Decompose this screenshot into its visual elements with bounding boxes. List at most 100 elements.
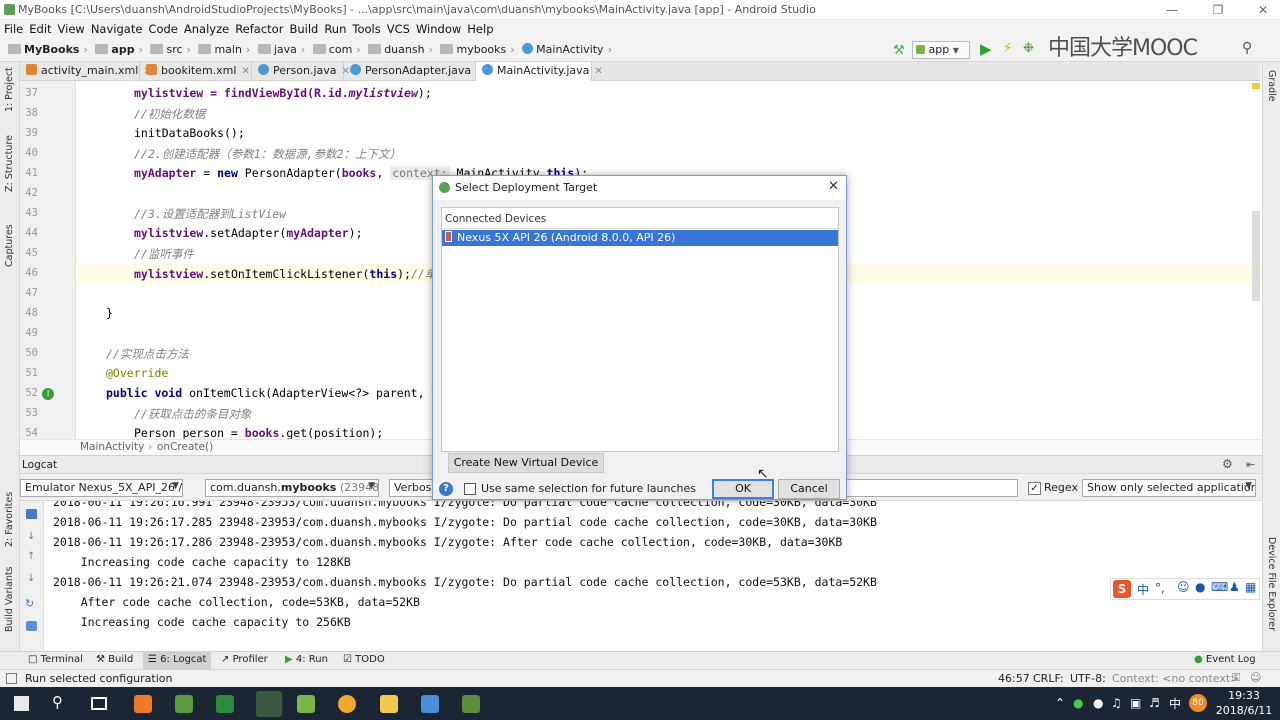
device-row-nexus-5x[interactable]: Nexus 5X API 26 (Android 8.0.0, API 26) (442, 230, 838, 246)
ime-toolbar[interactable]: S 中 °, ☺ ● ⌨ ♟ ▦ (1110, 578, 1260, 600)
ime-mode[interactable]: 中 (1137, 581, 1149, 598)
crumb-src[interactable]: src (166, 43, 182, 56)
tab-person-java[interactable]: Person.java ✕ (252, 62, 350, 81)
regex-checkbox[interactable]: ✓ (1028, 482, 1041, 495)
media-app-icon[interactable] (462, 695, 480, 713)
menu-code[interactable]: Code (148, 20, 183, 38)
close-tab-icon[interactable]: ✕ (594, 66, 602, 77)
excel-icon[interactable] (216, 695, 234, 713)
tool-logcat[interactable]: ☰ 6: Logcat (143, 652, 212, 669)
crumb-project[interactable]: MyBooks (24, 43, 79, 56)
camtasia-icon[interactable] (175, 695, 193, 713)
clock-date[interactable]: 2018/6/11 (1214, 704, 1274, 717)
warning-marker[interactable] (1252, 83, 1260, 89)
run-config-select[interactable]: app ▼ (912, 41, 970, 59)
create-virtual-device-button[interactable]: Create New Virtual Device (448, 453, 604, 473)
speaker-icon[interactable]: ♬ (1149, 696, 1160, 710)
editor-breadcrumb-method[interactable]: onCreate() (157, 441, 213, 453)
tool-build-variants[interactable]: Build Variants (4, 566, 15, 632)
file-explorer-icon[interactable] (380, 695, 398, 713)
device-select[interactable]: Emulator Nexus_5X_API_26 /▼ (20, 479, 183, 497)
process-select[interactable]: com.duansh.mybooks (23948)▼ (205, 479, 379, 497)
tool-favorites[interactable]: 2: Favorites (4, 492, 15, 547)
log-level-select[interactable]: Verbose (389, 479, 435, 497)
notes-app-icon[interactable] (421, 695, 439, 713)
crumb-java[interactable]: java (274, 43, 297, 56)
tool-device-file-explorer[interactable]: Device File Explorer (1266, 537, 1277, 631)
menu-view[interactable]: View (58, 20, 91, 38)
menu-analyze[interactable]: Analyze (184, 20, 235, 38)
menu-vcs[interactable]: VCS (387, 20, 416, 38)
crumb-mybooks[interactable]: mybooks (456, 43, 506, 56)
tool-profiler[interactable]: ↗ Profiler (221, 654, 268, 665)
down-arrow-icon[interactable]: ↓ (27, 573, 35, 584)
tab-activity-main-xml[interactable]: activity_main.xml✕ (20, 62, 152, 81)
logcat-output[interactable]: ↓ ↑ ↓ ↻ 2018-06-11 19:26:16.991 23948-23… (20, 501, 1262, 651)
tray-up-icon[interactable]: ⌃ (1055, 696, 1065, 710)
run-play-icon[interactable]: ▶ (980, 40, 992, 58)
crumb-module[interactable]: app (111, 43, 134, 56)
clock-time[interactable]: 19:33 (1222, 689, 1266, 702)
clear-logcat-icon[interactable] (26, 509, 37, 519)
hide-panel-icon[interactable]: ⇤ (1246, 458, 1255, 471)
tool-todo[interactable]: ☑ TODO (343, 654, 385, 665)
tray-plus-icon[interactable]: ● (1093, 696, 1103, 710)
tab-personadapter-java[interactable]: PersonAdapter.java✕ (344, 62, 485, 81)
tool-build[interactable]: ⚒ Build (96, 654, 133, 665)
make-project-hammer-icon[interactable]: ⚒ (893, 43, 905, 58)
menu-navigate[interactable]: Navigate (91, 20, 149, 38)
editor-breadcrumb-class[interactable]: MainActivity (80, 441, 144, 453)
editor-scrollbar[interactable] (1252, 211, 1260, 301)
close-tab-icon[interactable]: ✕ (241, 66, 249, 77)
tool-gradle[interactable]: Gradle (1266, 70, 1277, 102)
search-everywhere-icon[interactable]: ⚲ (1242, 40, 1252, 56)
apply-changes-icon[interactable]: ⚡ (1003, 41, 1012, 56)
keyboard-icon[interactable]: ⌨ (1211, 580, 1228, 594)
logcat-search-input[interactable] (832, 479, 1018, 497)
screenshot-icon[interactable] (26, 621, 37, 631)
device-list[interactable]: Connected Devices Nexus 5X API 26 (Andro… (441, 207, 839, 452)
restore-button[interactable]: ❐ (1203, 2, 1233, 18)
menu-file[interactable]: File (4, 20, 29, 38)
close-icon[interactable]: ✕ (828, 179, 839, 194)
skin-icon[interactable]: ▦ (1245, 580, 1256, 594)
close-window-button[interactable]: ✕ (1248, 2, 1278, 18)
user-icon[interactable]: ♟ (1229, 580, 1240, 594)
crumb-duansh[interactable]: duansh (384, 43, 424, 56)
line-separator[interactable]: CRLF: (1033, 672, 1064, 685)
chrome-icon[interactable] (338, 695, 356, 713)
crumb-mainactivity[interactable]: MainActivity (536, 43, 603, 56)
menu-window[interactable]: Window (416, 20, 467, 38)
sogou-app-icon[interactable] (134, 695, 152, 713)
implements-method-icon[interactable]: I (42, 388, 54, 400)
tool-run[interactable]: ▶ 4: Run (285, 654, 328, 665)
tool-project[interactable]: 1: Project (4, 67, 15, 112)
up-arrow-icon[interactable]: ↑ (27, 551, 35, 562)
task-view-icon[interactable] (91, 697, 107, 710)
tool-structure[interactable]: Z: Structure (4, 135, 15, 192)
tray-badge[interactable]: 80 (1189, 694, 1207, 712)
menu-run[interactable]: Run (324, 20, 352, 38)
lock-icon[interactable]: ⚿ (1232, 671, 1240, 685)
minimize-button[interactable]: — (1157, 2, 1187, 18)
ime-punctuation[interactable]: °, (1155, 581, 1165, 595)
file-encoding[interactable]: UTF-8: (1070, 672, 1106, 685)
tool-terminal[interactable]: □ Terminal (28, 654, 83, 665)
tray-app-icon[interactable]: ● (1073, 696, 1083, 710)
toggle-tool-windows-icon[interactable] (6, 673, 17, 684)
tab-mainactivity-java[interactable]: MainActivity.java ✕ (476, 62, 603, 81)
inspector-icon[interactable]: ☺ (1250, 671, 1261, 684)
tool-captures[interactable]: Captures (4, 224, 15, 267)
input-method-indicator[interactable]: 中 (1169, 695, 1181, 712)
volume-icon[interactable]: ♫ (1111, 696, 1122, 710)
network-icon[interactable]: ▣ (1130, 696, 1141, 710)
filter-select[interactable]: Show only selected application ▼ (1082, 479, 1256, 497)
search-icon[interactable]: ⚲ (52, 693, 63, 711)
crumb-com[interactable]: com (329, 43, 353, 56)
emoji-icon[interactable]: ☺ (1177, 580, 1190, 594)
menu-build[interactable]: Build (289, 20, 324, 38)
menu-tools[interactable]: Tools (352, 20, 386, 38)
voice-icon[interactable]: ● (1195, 580, 1205, 594)
menu-refactor[interactable]: Refactor (235, 20, 289, 38)
notepad-icon[interactable] (297, 695, 315, 713)
